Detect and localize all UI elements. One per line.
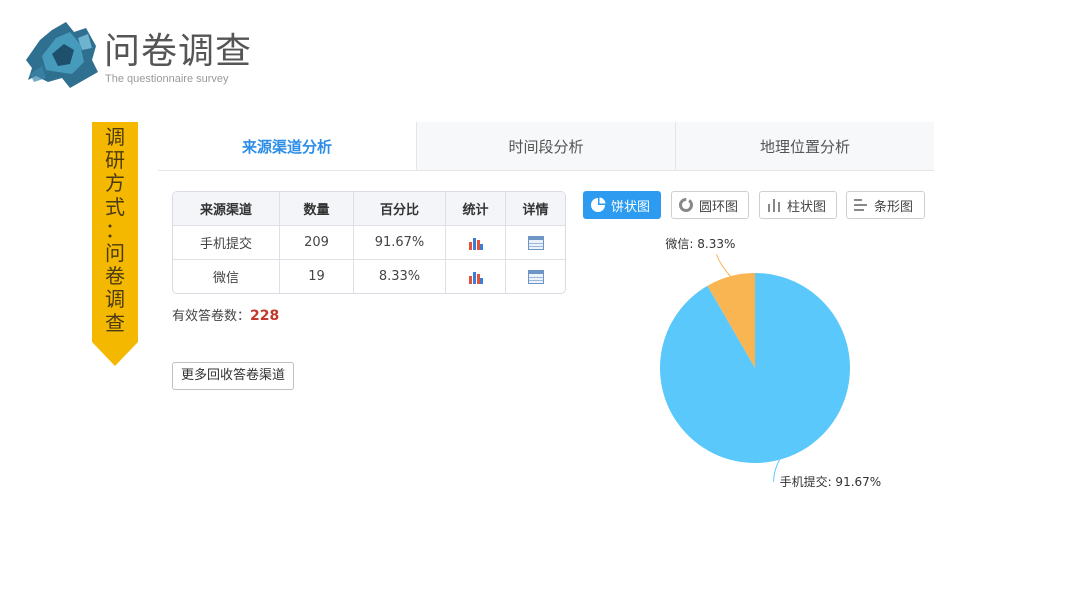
hbar-chart-button[interactable]: 条形图 [846, 191, 925, 219]
tab-geo-location[interactable]: 地理位置分析 [675, 122, 934, 170]
donut-chart-button[interactable]: 圆环图 [671, 191, 749, 219]
cell-detail [506, 226, 565, 260]
page-subtitle: The questionnaire survey [105, 73, 229, 85]
ribbon-char: ： [105, 217, 125, 242]
bar-chart-label: 柱状图 [787, 199, 827, 215]
col-header-count: 数量 [280, 192, 354, 226]
col-header-stats: 统计 [446, 192, 506, 226]
ribbon-char: 式 [105, 194, 125, 219]
cell-channel: 微信 [173, 260, 280, 293]
ribbon-char: 问 [105, 241, 125, 266]
pie-chart-label: 饼状图 [611, 199, 651, 215]
donut-chart-label: 圆环图 [699, 199, 739, 215]
stats-chart-icon[interactable] [468, 270, 484, 284]
valid-answers-label: 有效答卷数： [172, 309, 251, 324]
col-header-percent: 百分比 [354, 192, 446, 226]
cell-channel: 手机提交 [173, 226, 280, 260]
detail-table-icon[interactable] [527, 235, 544, 250]
bar-chart-button[interactable]: 柱状图 [759, 191, 837, 219]
channel-table: 来源渠道 数量 百分比 统计 详情 手机提交 209 91.67% 微信 19 … [172, 191, 566, 294]
pie-slice-label: 手机提交: 91.67% [780, 474, 882, 489]
ribbon-char: 研 [105, 148, 125, 173]
col-header-detail: 详情 [506, 192, 565, 226]
table-header-row: 来源渠道 数量 百分比 统计 详情 [173, 192, 565, 226]
cell-percent: 8.33% [354, 260, 446, 293]
stats-chart-icon[interactable] [468, 236, 484, 250]
pie-leader-line [715, 254, 731, 277]
pie-chart: 手机提交: 91.67% 微信: 8.33% [660, 237, 882, 489]
ribbon-char: 方 [105, 171, 125, 196]
pie-chart-button[interactable]: 饼状图 [583, 191, 661, 219]
pie-slice-label: 微信: 8.33% [665, 237, 735, 251]
ribbon-char: 卷 [105, 264, 125, 289]
table-row: 手机提交 209 91.67% [173, 226, 565, 260]
col-header-channel: 来源渠道 [173, 192, 280, 226]
tab-source-channel[interactable]: 来源渠道分析 [158, 122, 416, 170]
donut-icon [679, 198, 693, 212]
cell-percent: 91.67% [354, 226, 446, 260]
cell-detail [506, 260, 565, 293]
table-row: 微信 19 8.33% [173, 260, 565, 293]
ribbon-char: 调 [105, 125, 125, 149]
detail-table-icon[interactable] [527, 269, 544, 284]
cell-stats [446, 226, 506, 260]
valid-answers-count: 228 [250, 308, 280, 324]
analysis-tabs: 来源渠道分析 时间段分析 地理位置分析 [158, 122, 934, 171]
cell-stats [446, 260, 506, 293]
cell-count: 209 [280, 226, 354, 260]
bar-icon [768, 199, 780, 212]
ribbon-char: 查 [105, 310, 125, 335]
cell-count: 19 [280, 260, 354, 293]
hbar-icon [854, 199, 867, 211]
vertical-ribbon: 调 研 方 式 ： 问 卷 调 查 [92, 122, 138, 366]
page-title: 问卷调查 [104, 31, 253, 72]
hbar-chart-label: 条形图 [874, 199, 914, 215]
more-channels-button[interactable]: 更多回收答卷渠道 [172, 362, 295, 390]
tab-time-period[interactable]: 时间段分析 [416, 122, 675, 170]
ribbon-text: 调 研 方 式 ： 问 卷 调 查 [92, 125, 138, 335]
valid-answers-summary: 有效答卷数：228 [172, 305, 279, 324]
brush-logo-icon [26, 22, 98, 88]
ribbon-char: 调 [105, 287, 125, 312]
pie-icon [591, 197, 606, 212]
